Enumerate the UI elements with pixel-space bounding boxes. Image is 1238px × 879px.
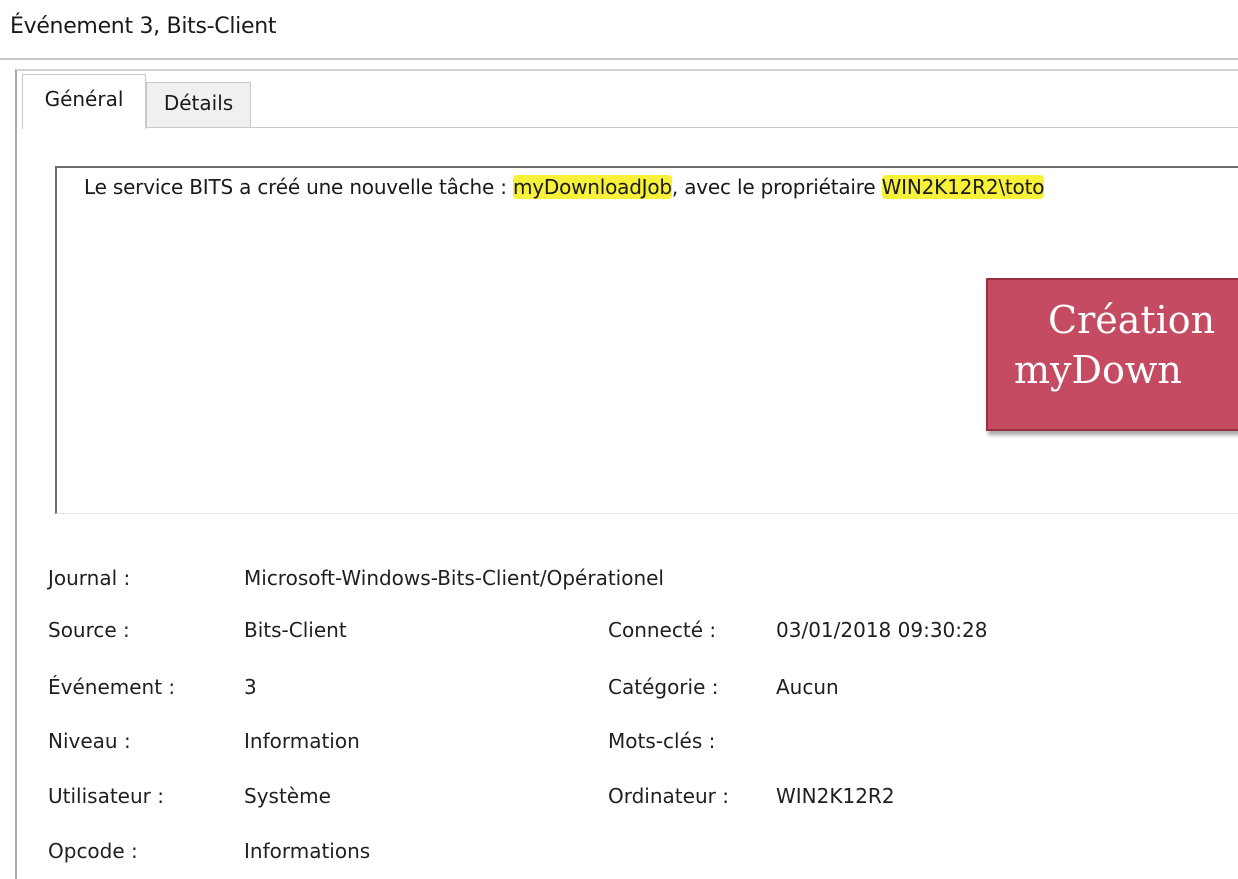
computer-label: Ordinateur : [608,784,729,808]
annotation-callout: Création myDown [986,278,1238,431]
journal-label: Journal : [48,566,131,590]
event-id-label: Événement : [48,675,176,699]
level-label: Niveau : [48,729,131,753]
message-text-middle: , avec le propriétaire [671,175,882,199]
source-value: Bits-Client [244,618,347,642]
job-name-highlight: myDownloadJob [512,175,672,199]
opcode-value: Informations [244,839,371,863]
opcode-label: Opcode : [48,839,138,863]
tab-general[interactable]: Général [22,74,146,129]
callout-line-1: Création [1048,298,1216,342]
source-label: Source : [48,618,130,642]
window-title: Événement 3, Bits-Client [10,14,277,39]
event-properties-window: Événement 3, Bits-Client Général Détails… [0,0,1238,879]
callout-line-2: myDown [1014,348,1182,392]
journal-value: Microsoft-Windows-Bits-Client/Opératione… [244,566,664,590]
category-value: Aucun [776,675,839,699]
keywords-label: Mots-clés : [608,729,716,753]
level-value: Information [244,729,360,753]
event-id-value: 3 [244,675,257,699]
logged-label: Connecté : [608,618,717,642]
computer-value: WIN2K12R2 [776,784,895,808]
message-text-start: Le service BITS a créé une nouvelle tâch… [84,175,513,199]
owner-highlight: WIN2K12R2\toto [881,175,1045,199]
user-label: Utilisateur : [48,784,164,808]
category-label: Catégorie : [608,675,719,699]
event-message: Le service BITS a créé une nouvelle tâch… [84,175,1044,199]
title-bar: Événement 3, Bits-Client [0,0,1238,60]
logged-value: 03/01/2018 09:30:28 [776,618,988,642]
tab-strip-divider [251,127,1238,128]
tab-details[interactable]: Détails [146,82,251,128]
user-value: Système [244,784,331,808]
